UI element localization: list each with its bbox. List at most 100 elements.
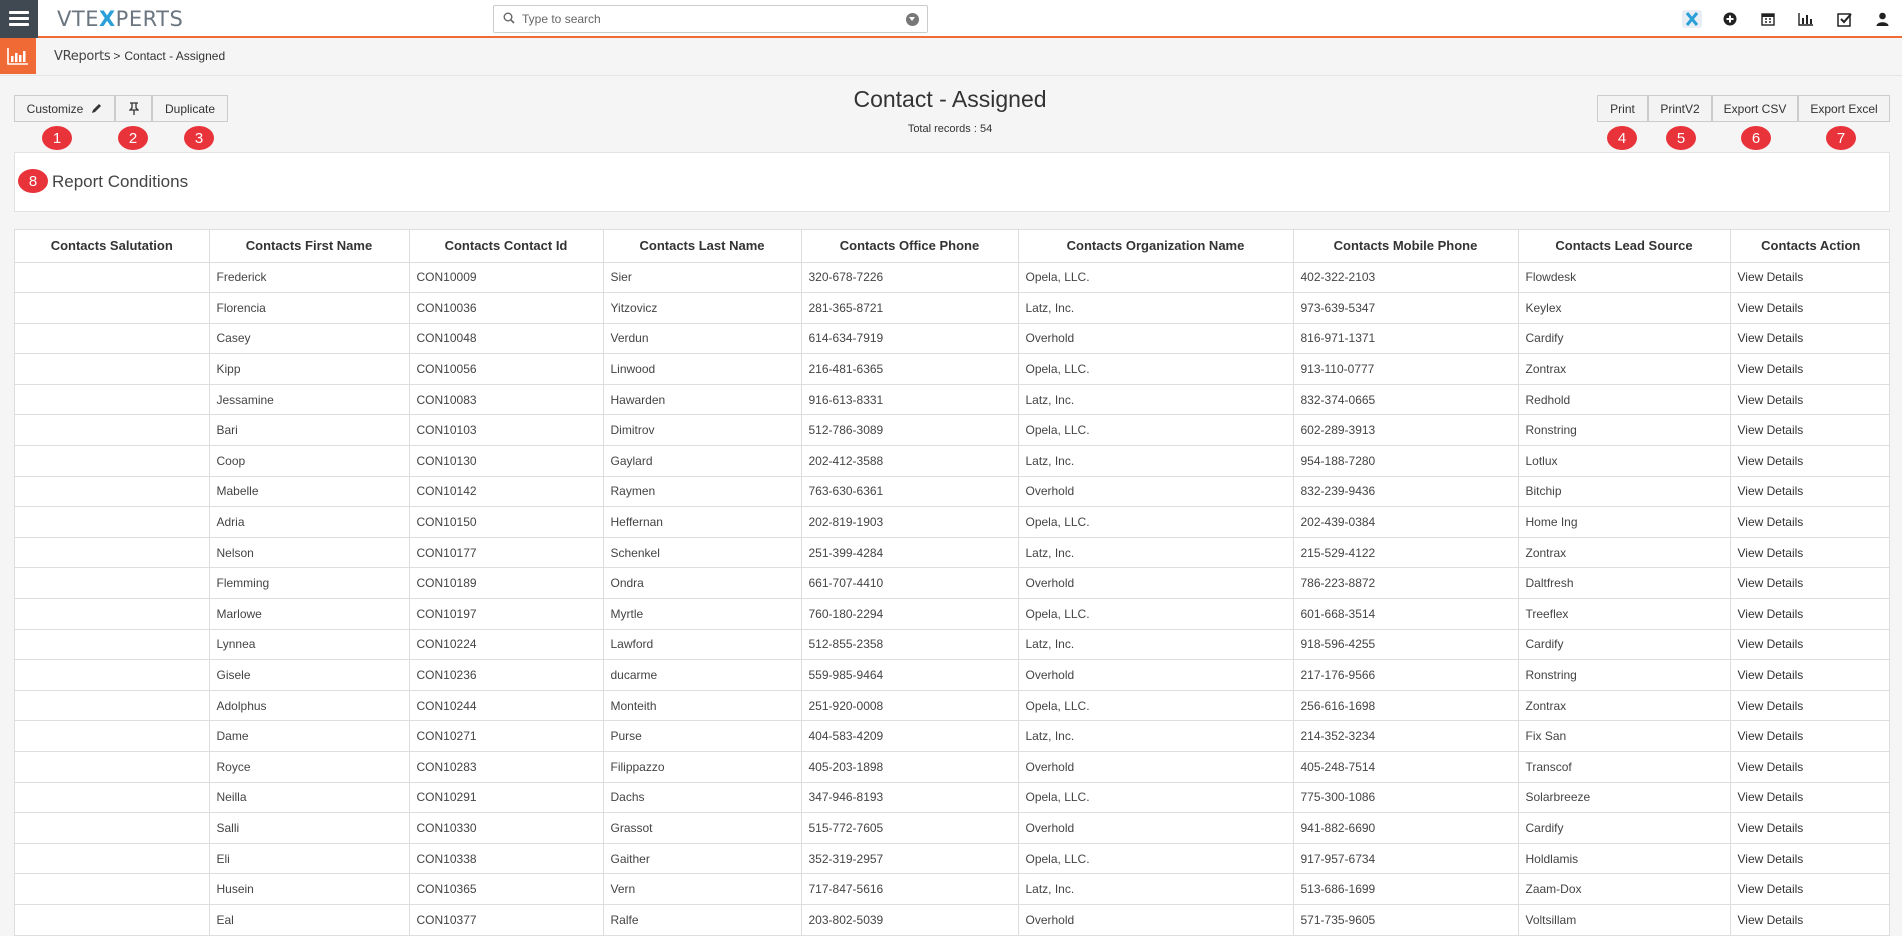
table-cell: CON10036: [409, 292, 604, 324]
table-cell: Latz, Inc.: [1018, 292, 1294, 324]
table-cell: Schenkel: [603, 537, 802, 569]
table-cell: Latz, Inc.: [1018, 629, 1294, 661]
table-cell: Keylex: [1518, 292, 1731, 324]
view-details-link[interactable]: View Details: [1730, 598, 1889, 630]
user-icon[interactable]: [1872, 9, 1892, 29]
table-cell: 202-439-0384: [1293, 506, 1519, 538]
table-cell: 404-583-4209: [801, 720, 1019, 752]
view-details-link[interactable]: View Details: [1730, 843, 1889, 875]
table-cell: 512-855-2358: [801, 629, 1019, 661]
table-cell: 775-300-1086: [1293, 782, 1519, 814]
app-x-icon[interactable]: [1682, 9, 1702, 29]
vtexperts-logo[interactable]: VTEXPERTS: [57, 7, 183, 31]
table-cell: CON10056: [409, 353, 604, 385]
view-details-link[interactable]: View Details: [1730, 476, 1889, 508]
view-details-link[interactable]: View Details: [1730, 690, 1889, 722]
column-header[interactable]: Contacts Mobile Phone: [1293, 230, 1519, 263]
bar-chart-icon[interactable]: [1796, 9, 1816, 29]
view-details-link[interactable]: View Details: [1730, 262, 1889, 294]
printv2-button[interactable]: PrintV2: [1648, 95, 1712, 122]
table-cell: Latz, Inc.: [1018, 384, 1294, 416]
customize-button[interactable]: Customize: [14, 95, 115, 122]
table-cell: 786-223-8872: [1293, 567, 1519, 600]
view-details-link[interactable]: View Details: [1730, 873, 1889, 905]
table-cell: [15, 904, 210, 936]
table-cell: CON10338: [409, 843, 604, 875]
column-header[interactable]: Contacts Organization Name: [1018, 230, 1294, 263]
table-cell: Opela, LLC.: [1018, 506, 1294, 538]
top-navbar: VTEXPERTS: [0, 0, 1902, 38]
export-csv-button[interactable]: Export CSV: [1712, 95, 1798, 122]
breadcrumb-module-link[interactable]: VReports: [54, 49, 111, 64]
view-details-link[interactable]: View Details: [1730, 629, 1889, 661]
pin-button[interactable]: [115, 95, 152, 122]
report-table: Contacts Salutation Contacts First Name Co…: [14, 229, 1890, 936]
table-cell: 352-319-2957: [801, 843, 1019, 875]
view-details-link[interactable]: View Details: [1730, 904, 1889, 936]
table-cell: CON10142: [409, 476, 604, 508]
column-header[interactable]: Contacts Lead Source: [1518, 230, 1731, 263]
view-details-link[interactable]: View Details: [1730, 414, 1889, 447]
annotation-badge-1: 1: [42, 126, 72, 150]
view-details-link[interactable]: View Details: [1730, 323, 1889, 355]
view-details-link[interactable]: View Details: [1730, 720, 1889, 752]
view-details-link[interactable]: View Details: [1730, 506, 1889, 538]
table-cell: Voltsillam: [1518, 904, 1731, 936]
column-header[interactable]: Contacts Last Name: [603, 230, 802, 263]
table-cell: Flemming: [209, 567, 410, 600]
table-cell: CON10377: [409, 904, 604, 936]
column-header[interactable]: Contacts First Name: [209, 230, 410, 263]
view-details-link[interactable]: View Details: [1730, 292, 1889, 324]
view-details-link[interactable]: View Details: [1730, 567, 1889, 600]
annotation-badge-3: 3: [184, 126, 214, 150]
column-header[interactable]: Contacts Contact Id: [409, 230, 604, 263]
table-cell: Overhold: [1018, 751, 1294, 783]
hamburger-menu-icon[interactable]: [0, 0, 38, 38]
search-options-icon[interactable]: [906, 13, 919, 26]
view-details-link[interactable]: View Details: [1730, 384, 1889, 416]
view-details-link[interactable]: View Details: [1730, 353, 1889, 385]
table-cell: Overhold: [1018, 567, 1294, 600]
table-cell: Ronstring: [1518, 414, 1731, 447]
table-cell: Lawford: [603, 629, 802, 661]
table-cell: [15, 414, 210, 447]
table-cell: 405-203-1898: [801, 751, 1019, 783]
view-details-link[interactable]: View Details: [1730, 537, 1889, 569]
view-details-link[interactable]: View Details: [1730, 782, 1889, 814]
report-conditions-panel[interactable]: 8 Report Conditions: [14, 152, 1890, 212]
column-header[interactable]: Contacts Action: [1730, 230, 1889, 263]
table-cell: Overhold: [1018, 476, 1294, 508]
plus-circle-icon[interactable]: [1720, 9, 1740, 29]
global-search: [493, 5, 928, 33]
table-cell: 918-596-4255: [1293, 629, 1519, 661]
duplicate-button[interactable]: Duplicate: [152, 95, 228, 122]
table-cell: Adria: [209, 506, 410, 538]
search-input[interactable]: [522, 10, 892, 28]
print-button[interactable]: Print: [1597, 95, 1648, 122]
report-conditions-label[interactable]: Report Conditions: [52, 172, 188, 192]
table-cell: 941-882-6690: [1293, 812, 1519, 844]
table-cell: 320-678-7226: [801, 262, 1019, 294]
checkbox-icon[interactable]: [1834, 9, 1854, 29]
view-details-link[interactable]: View Details: [1730, 659, 1889, 691]
table-cell: Opela, LLC.: [1018, 353, 1294, 385]
table-cell: [15, 476, 210, 508]
table-cell: Purse: [603, 720, 802, 752]
column-header[interactable]: Contacts Office Phone: [801, 230, 1019, 263]
table-cell: [15, 323, 210, 355]
view-details-link[interactable]: View Details: [1730, 751, 1889, 783]
export-excel-button[interactable]: Export Excel: [1798, 95, 1890, 122]
table-cell: 203-802-5039: [801, 904, 1019, 936]
column-header[interactable]: Contacts Salutation: [15, 230, 210, 263]
calendar-icon[interactable]: [1758, 9, 1778, 29]
table-cell: Kipp: [209, 353, 410, 385]
table-cell: Yitzovicz: [603, 292, 802, 324]
view-details-link[interactable]: View Details: [1730, 445, 1889, 477]
table-cell: Opela, LLC.: [1018, 414, 1294, 447]
reports-module-icon[interactable]: [0, 38, 36, 74]
view-details-link[interactable]: View Details: [1730, 812, 1889, 844]
table-cell: CON10283: [409, 751, 604, 783]
table-cell: 832-374-0665: [1293, 384, 1519, 416]
table-cell: [15, 629, 210, 661]
table-cell: [15, 751, 210, 783]
